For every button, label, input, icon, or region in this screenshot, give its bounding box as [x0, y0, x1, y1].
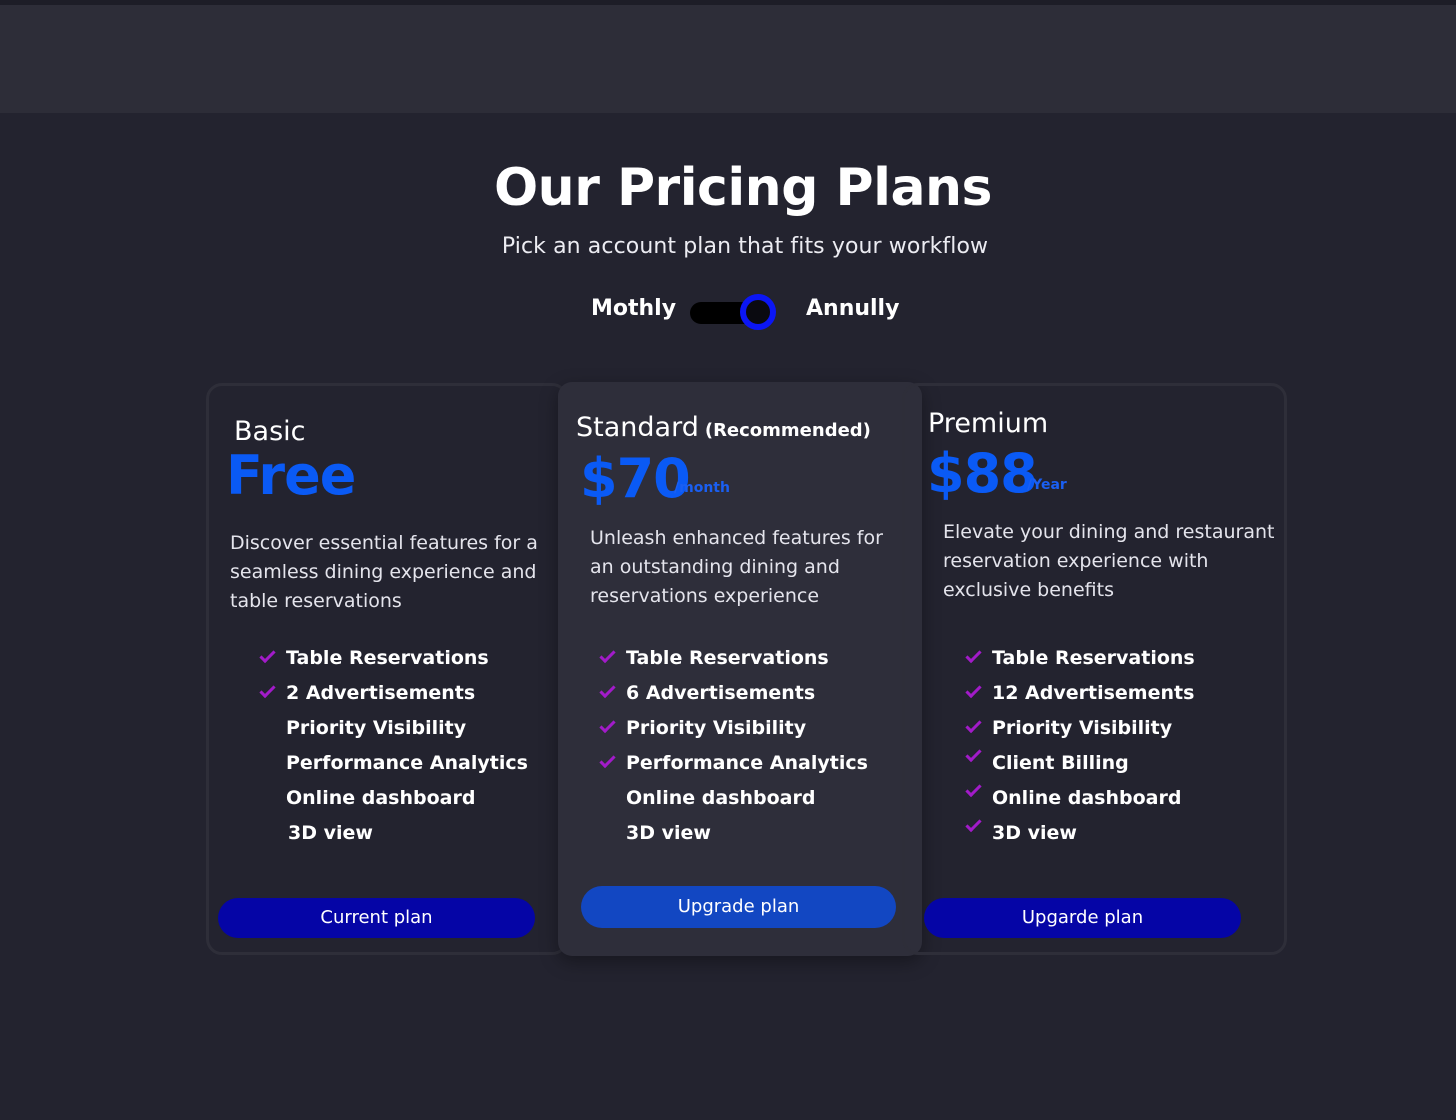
feature-item: Priority Visibility — [286, 717, 467, 739]
top-bar — [0, 5, 1456, 113]
feature-list-premium: Table Reservations 12 Advertisements Pri… — [964, 645, 1264, 855]
monthly-label[interactable]: Mothly — [591, 296, 676, 321]
plan-description-standard: Unleash enhanced features for an outstan… — [590, 527, 883, 607]
annually-label[interactable]: Annully — [806, 296, 899, 321]
check-icon — [599, 716, 616, 734]
feature-item: 3D view — [964, 815, 1264, 855]
current-plan-button[interactable]: Current plan — [218, 898, 535, 938]
feature-item: 6 Advertisements — [598, 680, 898, 715]
check-icon — [259, 646, 276, 664]
recommended-badge: (Recommended) — [704, 420, 871, 441]
feature-item: Table Reservations — [964, 645, 1264, 680]
plan-name-standard: Standard (Recommended) — [576, 412, 871, 443]
feature-item: Online dashboard — [964, 780, 1264, 820]
check-icon — [965, 646, 982, 664]
upgrade-plan-button-standard[interactable]: Upgrade plan — [581, 886, 896, 928]
upgrade-plan-button-premium[interactable]: Upgarde plan — [924, 898, 1241, 938]
check-icon — [965, 681, 982, 699]
check-icon — [599, 751, 616, 769]
check-icon — [599, 646, 616, 664]
check-icon — [599, 681, 616, 699]
feature-item: Table Reservations — [598, 645, 898, 680]
page-subtitle: Pick an account plan that fits your work… — [501, 234, 989, 259]
feature-item: Priority Visibility — [964, 715, 1264, 750]
feature-list-standard: Table Reservations 6 Advertisements Prio… — [598, 645, 898, 855]
feature-item: Online dashboard — [626, 787, 816, 809]
feature-item: 3D view — [288, 822, 373, 844]
feature-item: 12 Advertisements — [964, 680, 1264, 715]
billing-toggle: Mothly Annully — [0, 294, 1456, 334]
check-icon — [965, 716, 982, 734]
plan-price-basic: Free — [226, 444, 356, 507]
feature-item: Client Billing — [964, 745, 1264, 785]
check-icon — [259, 681, 276, 699]
feature-item: Table Reservations — [258, 645, 548, 680]
feature-item: Priority Visibility — [598, 715, 898, 750]
plan-description-basic: Discover essential features for a seamle… — [230, 532, 538, 612]
billing-switch-knob[interactable] — [740, 294, 776, 330]
feature-item: 2 Advertisements — [258, 680, 548, 715]
feature-item: Online dashboard — [286, 787, 476, 809]
plan-price-standard: $70 — [580, 447, 691, 510]
feature-list-basic: Table Reservations 2 Advertisements Prio… — [258, 645, 548, 855]
feature-item: Performance Analytics — [598, 750, 898, 785]
feature-item: 3D view — [626, 822, 711, 844]
plan-name-premium: Premium — [928, 408, 1049, 439]
plan-period-standard: /month — [674, 480, 730, 496]
plan-period-premium: /Year — [1027, 477, 1067, 493]
plan-name-basic: Basic — [234, 416, 306, 447]
plan-price-premium: $88 — [927, 442, 1038, 505]
plan-description-premium: Elevate your dining and restaurant reser… — [943, 521, 1275, 601]
page-title: Our Pricing Plans — [493, 158, 993, 218]
feature-item: Performance Analytics — [286, 752, 528, 774]
